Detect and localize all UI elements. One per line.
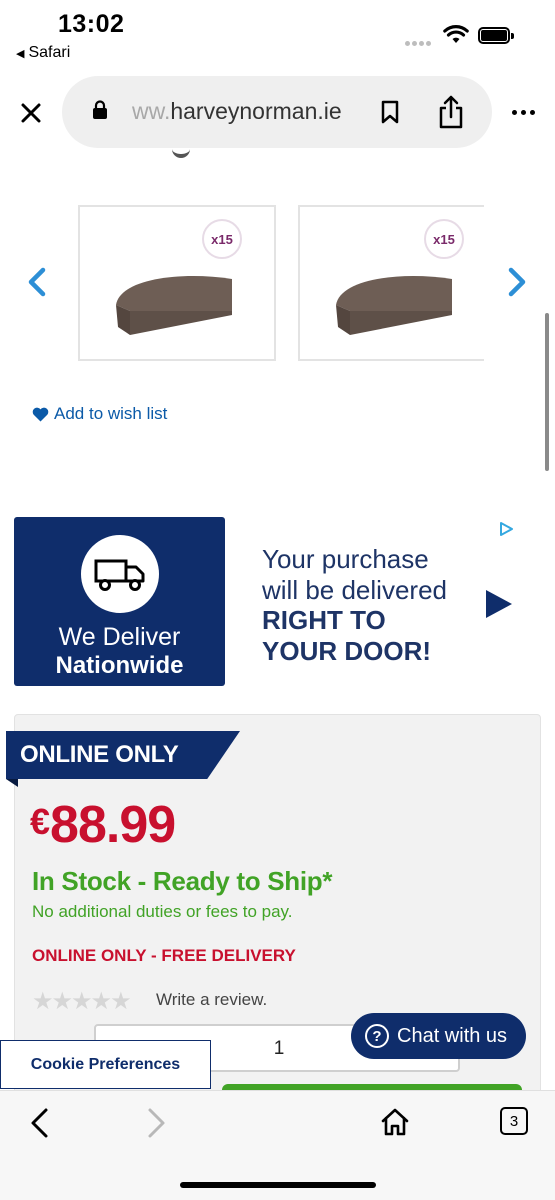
browser-forward-button[interactable] — [146, 1107, 168, 1144]
bookmark-icon — [381, 100, 399, 124]
battery-icon — [478, 27, 514, 44]
lock-icon — [93, 100, 107, 119]
wifi-icon — [443, 25, 469, 43]
stair-tread-image — [336, 276, 452, 335]
back-triangle-icon: ◀ — [16, 48, 25, 60]
ad-message-line2: will be delivered — [262, 575, 447, 605]
tabs-button[interactable]: 3 — [500, 1107, 528, 1135]
bookmark-button[interactable] — [374, 96, 406, 128]
chat-with-us-button[interactable]: ? Chat with us — [351, 1013, 526, 1059]
close-button[interactable] — [14, 96, 48, 130]
cookie-preferences-button[interactable]: Cookie Preferences — [0, 1040, 211, 1089]
delivery-truck-icon — [94, 559, 145, 591]
chevron-left-icon — [28, 267, 46, 297]
gallery-thumbnail[interactable]: x15 — [78, 205, 276, 361]
close-icon — [21, 103, 41, 123]
delivery-ad-panel[interactable]: We Deliver Nationwide — [14, 517, 225, 686]
cellular-signal-icon — [405, 33, 433, 51]
quantity-badge: x15 — [424, 219, 464, 259]
delivery-note: ONLINE ONLY - FREE DELIVERY — [32, 946, 296, 965]
online-only-label: ONLINE ONLY — [20, 741, 179, 768]
ad-callout[interactable]: RIGHT TO YOUR DOOR! — [262, 605, 431, 667]
ad-callout-line2: YOUR DOOR! — [262, 636, 431, 666]
product-price: €88.99 — [30, 795, 176, 855]
duties-note: No additional duties or fees to pay. — [32, 902, 293, 921]
gallery-thumbnail[interactable]: x15 — [298, 205, 484, 361]
share-icon — [439, 95, 463, 129]
write-review-link[interactable]: Write a review. — [156, 990, 267, 1010]
chat-label: Chat with us — [397, 1024, 508, 1047]
url-text: ww.harveynorman.ie — [132, 98, 342, 125]
price-value: 88.99 — [50, 796, 176, 854]
url-prefix: ww. — [132, 98, 171, 124]
browser-home-button[interactable] — [380, 1107, 410, 1142]
truck-badge — [81, 535, 159, 613]
rating-stars: ★★★★★ — [32, 988, 132, 1015]
gallery-prev-button[interactable] — [22, 264, 52, 300]
page-scrollbar[interactable] — [545, 313, 549, 471]
url-domain: harveynorman.ie — [170, 98, 342, 124]
ad-headline-line1: We Deliver — [58, 623, 181, 651]
add-to-wishlist-link[interactable]: Add to wish list — [32, 404, 167, 424]
ad-headline-line2: Nationwide — [55, 652, 184, 679]
quantity-badge: x15 — [202, 219, 242, 259]
ad-play-icon[interactable] — [486, 590, 512, 618]
status-time: 13:02 — [58, 10, 125, 38]
address-bar[interactable]: ww.harveynorman.ie — [62, 76, 492, 148]
tag-fold — [6, 779, 18, 787]
adchoices-icon[interactable] — [498, 521, 514, 537]
ad-message-line1: Your purchase — [262, 544, 429, 574]
question-icon: ? — [365, 1024, 389, 1048]
heart-icon — [32, 407, 49, 421]
browser-back-button[interactable] — [28, 1107, 50, 1144]
home-icon — [381, 1108, 409, 1136]
back-to-app-link[interactable]: ◀ Safari — [16, 44, 70, 62]
ad-callout-line1: RIGHT TO — [262, 605, 386, 635]
forward-arrow-icon — [148, 1108, 165, 1138]
stock-status: In Stock - Ready to Ship* — [32, 866, 333, 896]
back-app-label: Safari — [28, 44, 71, 61]
more-menu-button[interactable] — [508, 100, 538, 124]
back-arrow-icon — [31, 1108, 48, 1138]
ad-message[interactable]: Your purchase will be delivered — [262, 544, 447, 606]
gallery-next-button[interactable] — [502, 264, 532, 300]
wishlist-label: Add to wish list — [54, 404, 168, 423]
stair-tread-image — [116, 276, 232, 335]
home-indicator[interactable] — [180, 1182, 376, 1188]
price-currency: € — [30, 801, 50, 842]
chevron-right-icon — [508, 267, 526, 297]
share-button[interactable] — [434, 92, 468, 132]
online-only-tag: ONLINE ONLY — [6, 731, 240, 779]
product-image-edge — [172, 148, 190, 158]
